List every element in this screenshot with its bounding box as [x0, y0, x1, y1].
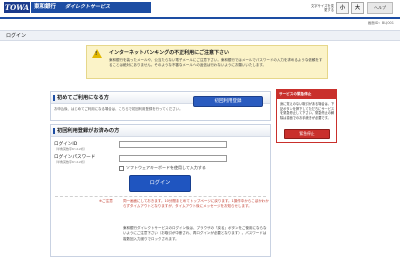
page-title-bar: ログイン [0, 30, 400, 41]
registered-panel: 初回利用登録がお済みの方 ログインID （半角英数字6〜12桁） ログインパスワ… [50, 124, 271, 257]
login-button[interactable]: ログイン [129, 175, 191, 192]
note-label: ※ご注意 [99, 199, 113, 203]
first-time-title: 初めてご利用になる方 [53, 92, 109, 104]
emergency-title: サービスの緊急停止 [279, 92, 312, 96]
password-input[interactable] [119, 155, 227, 162]
browser-back-note: 東和銀行ダイレクトサービスのログイン後は、ブラウザの「戻る」ボタンをご使用になら… [123, 226, 267, 241]
warning-text: 東和銀行を装ったメールや、公当たらない電子メールにご注意下さい。東和銀行ではメー… [109, 58, 323, 67]
initial-registration-button[interactable]: 初回利用登録 [193, 96, 263, 107]
fraud-warning: ! インターネットバンキングの不正利用にご注意下さい 東和銀行を装ったメールや、… [86, 45, 328, 79]
panel-divider [55, 196, 266, 197]
font-size-small-button[interactable]: 小 [336, 2, 349, 14]
first-time-panel: 初めてご利用になる方 お申込後、はじめてご利用になる場合は、こちらで初回利用登録… [50, 91, 271, 121]
emergency-header: サービスの緊急停止 [277, 90, 336, 99]
password-hint: （半角英数字6〜12桁） [54, 160, 87, 164]
first-time-description: お申込後、はじめてご利用になる場合は、こちらで初回利用登録を行ってください。 [54, 107, 183, 111]
emergency-text: 身に覚えのない取引がある場合は、下記ボタンを押下してただちにサービスを緊急停止し… [280, 102, 335, 120]
timeout-note: 同一画面にしておきます。10分間まとめてトップページに戻ります。1操作中からこぼ… [123, 199, 269, 209]
warning-icon-mark: ! [95, 51, 98, 57]
header: TOWA 東和銀行 ダイレクトサービス 文字サイズを変更する 小 大 ヘルプ [0, 0, 400, 18]
registered-title: 初回利用登録がお済みの方 [52, 125, 119, 137]
login-id-input[interactable] [119, 141, 227, 148]
software-keyboard-checkbox[interactable] [119, 166, 124, 171]
header-divider [0, 17, 400, 19]
page-title: ログイン [6, 33, 27, 39]
font-size-large-button[interactable]: 大 [351, 2, 364, 14]
bank-name: 東和銀行 [34, 4, 57, 10]
screen-id: 画面ID：BLJ001 [367, 21, 394, 25]
service-banner: 東和銀行 ダイレクトサービス [31, 2, 151, 13]
emergency-stop-button[interactable]: 緊急停止 [284, 129, 330, 139]
emergency-stop-panel: サービスの緊急停止 身に覚えのない取引がある場合は、下記ボタンを押下してただちに… [276, 89, 337, 143]
help-button[interactable]: ヘルプ [367, 2, 393, 14]
registered-header: 初回利用登録がお済みの方 [51, 125, 270, 137]
service-name: ダイレクトサービス [65, 4, 111, 10]
font-size-label: 文字サイズを変更する [311, 4, 334, 12]
software-keyboard-label[interactable]: ソフトウェアキーボードを使用して入力する [126, 165, 206, 171]
bank-logo[interactable]: TOWA [4, 2, 30, 13]
warning-title: インターネットバンキングの不正利用にご注意下さい [109, 50, 230, 56]
login-id-hint: （半角英数字6〜12桁） [54, 147, 87, 151]
